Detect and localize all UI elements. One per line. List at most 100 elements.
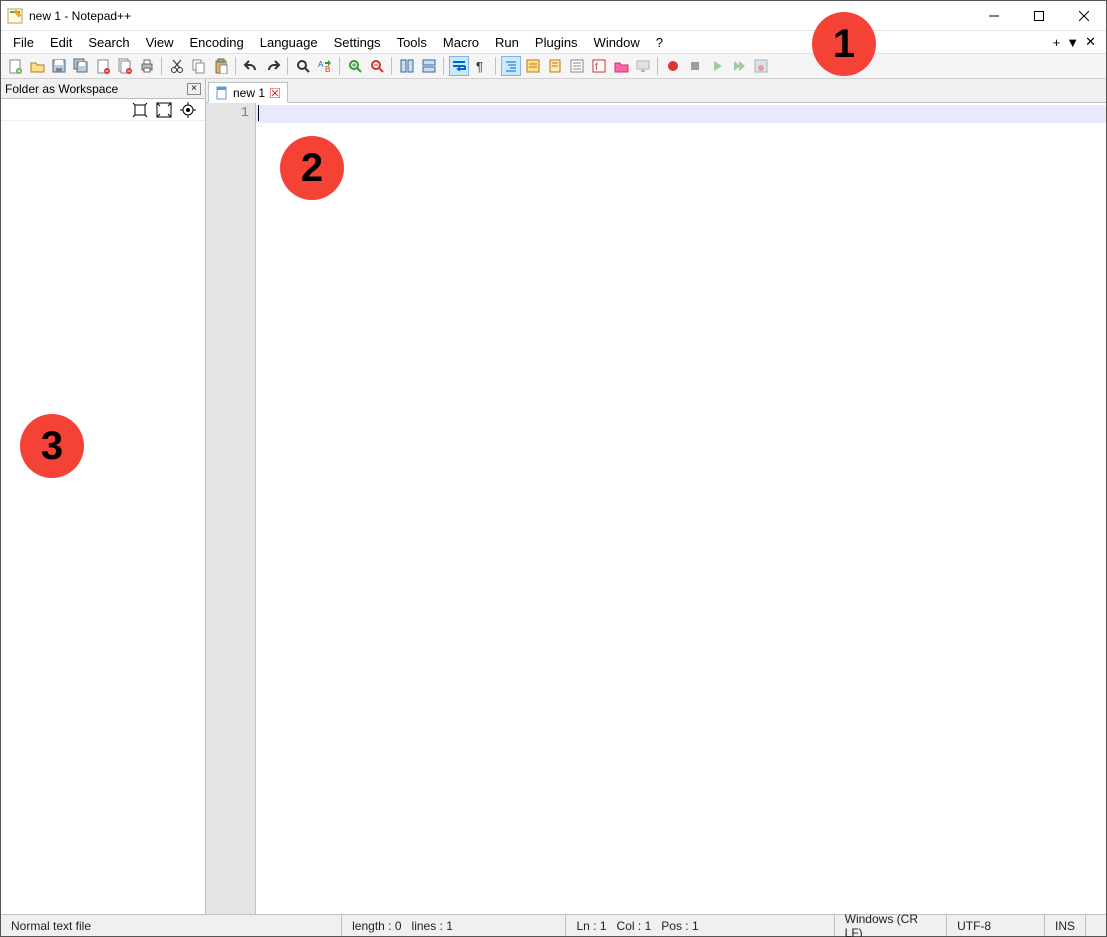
svg-text:¶: ¶: [476, 59, 483, 74]
annotation-marker-3: 3: [20, 414, 84, 478]
annotation-marker-1: 1: [812, 12, 876, 76]
status-length: length : 0 lines : 1: [342, 915, 566, 936]
titlebar: new 1 - Notepad++: [1, 1, 1106, 31]
folder-workspace-icon[interactable]: [611, 56, 631, 76]
current-line-highlight: [256, 105, 1106, 123]
paste-icon[interactable]: [211, 56, 231, 76]
sync-h-icon[interactable]: [419, 56, 439, 76]
replace-icon[interactable]: AB: [315, 56, 335, 76]
zoom-out-icon[interactable]: [367, 56, 387, 76]
menu-settings[interactable]: Settings: [326, 33, 389, 52]
toolbar-separator: [443, 57, 445, 75]
menu-encoding[interactable]: Encoding: [182, 33, 252, 52]
menu-tools[interactable]: Tools: [389, 33, 435, 52]
file-icon: [215, 86, 229, 100]
menu-closedoc-button[interactable]: ✕: [1085, 34, 1096, 50]
sync-v-icon[interactable]: [397, 56, 417, 76]
folder-tree[interactable]: [1, 121, 205, 914]
play-multi-icon: [729, 56, 749, 76]
resize-grip[interactable]: [1086, 915, 1106, 936]
open-file-icon[interactable]: [27, 56, 47, 76]
status-eol[interactable]: Windows (CR LF): [835, 915, 947, 936]
wordwrap-icon[interactable]: [449, 56, 469, 76]
annotation-marker-2: 2: [280, 136, 344, 200]
panel-close-button[interactable]: ×: [187, 83, 201, 95]
cut-icon[interactable]: [167, 56, 187, 76]
line-number: 1: [206, 105, 249, 121]
body: Folder as Workspace × new 1 1: [1, 79, 1106, 914]
locate-icon[interactable]: [179, 101, 197, 119]
maximize-button[interactable]: [1016, 1, 1061, 30]
save-icon[interactable]: [49, 56, 69, 76]
zoom-in-icon[interactable]: [345, 56, 365, 76]
panel-header: Folder as Workspace ×: [1, 79, 205, 99]
indent-guide-icon[interactable]: [501, 56, 521, 76]
status-position: Ln : 1 Col : 1 Pos : 1: [566, 915, 834, 936]
svg-text:A: A: [318, 60, 324, 69]
window-title: new 1 - Notepad++: [29, 9, 131, 23]
menu-help[interactable]: ?: [648, 33, 671, 52]
menubar: File Edit Search View Encoding Language …: [1, 31, 1106, 53]
tab-label: new 1: [233, 86, 265, 100]
tab-new-1[interactable]: new 1: [208, 82, 288, 103]
toolbar-separator: [657, 57, 659, 75]
menu-view[interactable]: View: [138, 33, 182, 52]
status-filetype: Normal text file: [1, 915, 342, 936]
menu-run[interactable]: Run: [487, 33, 527, 52]
collapse-icon[interactable]: [155, 101, 173, 119]
window-close-button[interactable]: [1061, 1, 1106, 30]
menu-window[interactable]: Window: [586, 33, 648, 52]
app-window: new 1 - Notepad++ File Edit Search View …: [0, 0, 1107, 937]
svg-text:B: B: [325, 65, 330, 74]
stop-macro-icon: [685, 56, 705, 76]
toolbar-separator: [287, 57, 289, 75]
close-icon[interactable]: [93, 56, 113, 76]
menu-macro[interactable]: Macro: [435, 33, 487, 52]
status-ins[interactable]: INS: [1045, 915, 1086, 936]
lang-udl-icon[interactable]: [523, 56, 543, 76]
doc-list-icon[interactable]: [567, 56, 587, 76]
tabstrip: new 1: [206, 79, 1106, 103]
menu-search[interactable]: Search: [80, 33, 137, 52]
toolbar-separator: [495, 57, 497, 75]
panel-tools: [1, 99, 205, 121]
toolbar-separator: [339, 57, 341, 75]
editor-area: new 1 1: [206, 79, 1106, 914]
text-area[interactable]: [256, 103, 1106, 914]
caret: [258, 105, 259, 121]
menu-dropdown-button[interactable]: ▼: [1066, 35, 1079, 50]
show-all-chars-icon[interactable]: ¶: [471, 56, 491, 76]
menu-plugins[interactable]: Plugins: [527, 33, 586, 52]
line-gutter: 1: [206, 103, 256, 914]
svg-text:f: f: [595, 62, 598, 73]
menu-language[interactable]: Language: [252, 33, 326, 52]
close-all-icon[interactable]: [115, 56, 135, 76]
new-file-icon[interactable]: [5, 56, 25, 76]
expand-icon[interactable]: [131, 101, 149, 119]
redo-icon[interactable]: [263, 56, 283, 76]
undo-icon[interactable]: [241, 56, 261, 76]
copy-icon[interactable]: [189, 56, 209, 76]
app-icon: [7, 8, 23, 24]
editor: 1: [206, 103, 1106, 914]
record-macro-icon[interactable]: [663, 56, 683, 76]
toolbar-separator: [161, 57, 163, 75]
statusbar: Normal text file length : 0 lines : 1 Ln…: [1, 914, 1106, 936]
save-macro-icon: [751, 56, 771, 76]
toolbar-separator: [391, 57, 393, 75]
play-macro-icon: [707, 56, 727, 76]
func-list-icon[interactable]: f: [589, 56, 609, 76]
menu-file[interactable]: File: [5, 33, 42, 52]
panel-title: Folder as Workspace: [5, 82, 187, 96]
tab-close-button[interactable]: [269, 87, 281, 99]
doc-map-icon[interactable]: [545, 56, 565, 76]
menu-edit[interactable]: Edit: [42, 33, 80, 52]
menu-newdoc-button[interactable]: +: [1053, 35, 1061, 50]
toolbar-separator: [235, 57, 237, 75]
monitor-icon: [633, 56, 653, 76]
minimize-button[interactable]: [971, 1, 1016, 30]
find-icon[interactable]: [293, 56, 313, 76]
status-encoding[interactable]: UTF-8: [947, 915, 1045, 936]
save-all-icon[interactable]: [71, 56, 91, 76]
print-icon[interactable]: [137, 56, 157, 76]
